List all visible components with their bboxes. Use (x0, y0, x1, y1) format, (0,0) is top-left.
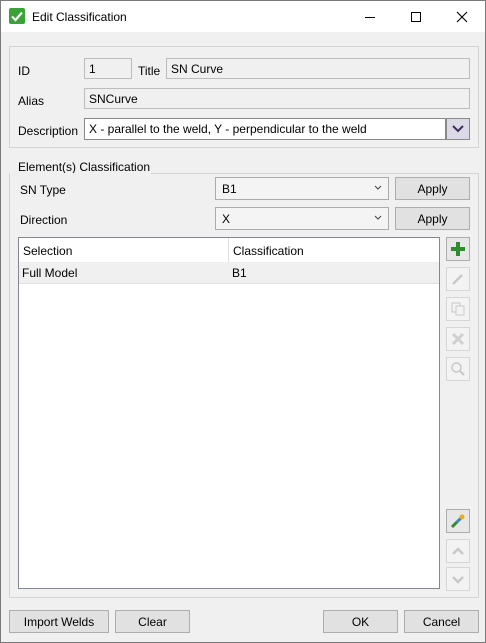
magnifier-icon (451, 362, 465, 376)
chevron-down-icon (374, 215, 382, 220)
close-icon (456, 11, 468, 22)
column-header-selection[interactable]: Selection (23, 244, 72, 258)
close-button[interactable] (439, 1, 485, 32)
chevron-up-icon (452, 547, 464, 555)
maximize-icon (411, 11, 421, 22)
title-field[interactable]: SN Curve (166, 58, 470, 79)
description-label: Description (18, 124, 79, 138)
title-bar: Edit Classification (1, 1, 485, 32)
chevron-down-icon (452, 576, 464, 584)
maximize-button[interactable] (393, 1, 439, 32)
add-row-button[interactable] (446, 237, 470, 261)
pick-elements-icon (450, 514, 465, 529)
pencil-icon (452, 274, 463, 285)
edit-classification-window: Edit Classification ID 1 Title SN Curve … (0, 0, 486, 643)
direction-select[interactable]: X (215, 207, 389, 230)
green-check-icon (9, 8, 25, 24)
delete-icon (451, 332, 465, 346)
classification-group-label: Element(s) Classification (18, 160, 151, 174)
direction-label: Direction (20, 213, 68, 227)
sn-type-select[interactable]: B1 (215, 177, 389, 200)
chevron-down-icon (452, 125, 464, 133)
sn-type-label: SN Type (20, 183, 66, 197)
description-dropdown-button[interactable] (446, 118, 470, 140)
cancel-button[interactable]: Cancel (404, 610, 479, 633)
id-label: ID (18, 64, 30, 78)
alias-label: Alias (18, 94, 45, 108)
plus-icon (451, 242, 465, 256)
edit-row-button[interactable] (446, 267, 470, 291)
column-header-classification[interactable]: Classification (233, 244, 304, 258)
table-header: Selection Classification (19, 238, 439, 263)
find-button[interactable] (446, 357, 470, 381)
sn-type-apply-button[interactable]: Apply (395, 177, 470, 200)
sn-type-value: B1 (222, 182, 237, 196)
direction-apply-button[interactable]: Apply (395, 207, 470, 230)
minimize-button[interactable] (347, 1, 393, 32)
move-down-button[interactable] (446, 567, 470, 591)
copy-icon (451, 302, 465, 316)
title-label: Title (138, 64, 161, 78)
copy-row-button[interactable] (446, 297, 470, 321)
classification-table[interactable]: Selection Classification Full Model B1 (18, 237, 440, 589)
table-row[interactable]: Full Model B1 (19, 262, 439, 284)
description-field[interactable]: X - parallel to the weld, Y - perpendicu… (84, 118, 446, 140)
import-welds-button[interactable]: Import Welds (9, 610, 109, 633)
alias-field[interactable]: SNCurve (84, 88, 470, 109)
chevron-down-icon (374, 185, 382, 190)
direction-value: X (222, 212, 231, 226)
minimize-icon (365, 16, 375, 18)
delete-row-button[interactable] (446, 327, 470, 351)
group-divider (151, 173, 478, 174)
ok-button[interactable]: OK (323, 610, 398, 633)
cell-selection: Full Model (22, 266, 78, 280)
clear-button[interactable]: Clear (115, 610, 190, 633)
move-up-button[interactable] (446, 539, 470, 563)
id-field[interactable]: 1 (84, 58, 132, 79)
window-title: Edit Classification (32, 10, 127, 24)
cell-classification: B1 (232, 266, 247, 280)
pick-elements-button[interactable] (446, 509, 470, 533)
